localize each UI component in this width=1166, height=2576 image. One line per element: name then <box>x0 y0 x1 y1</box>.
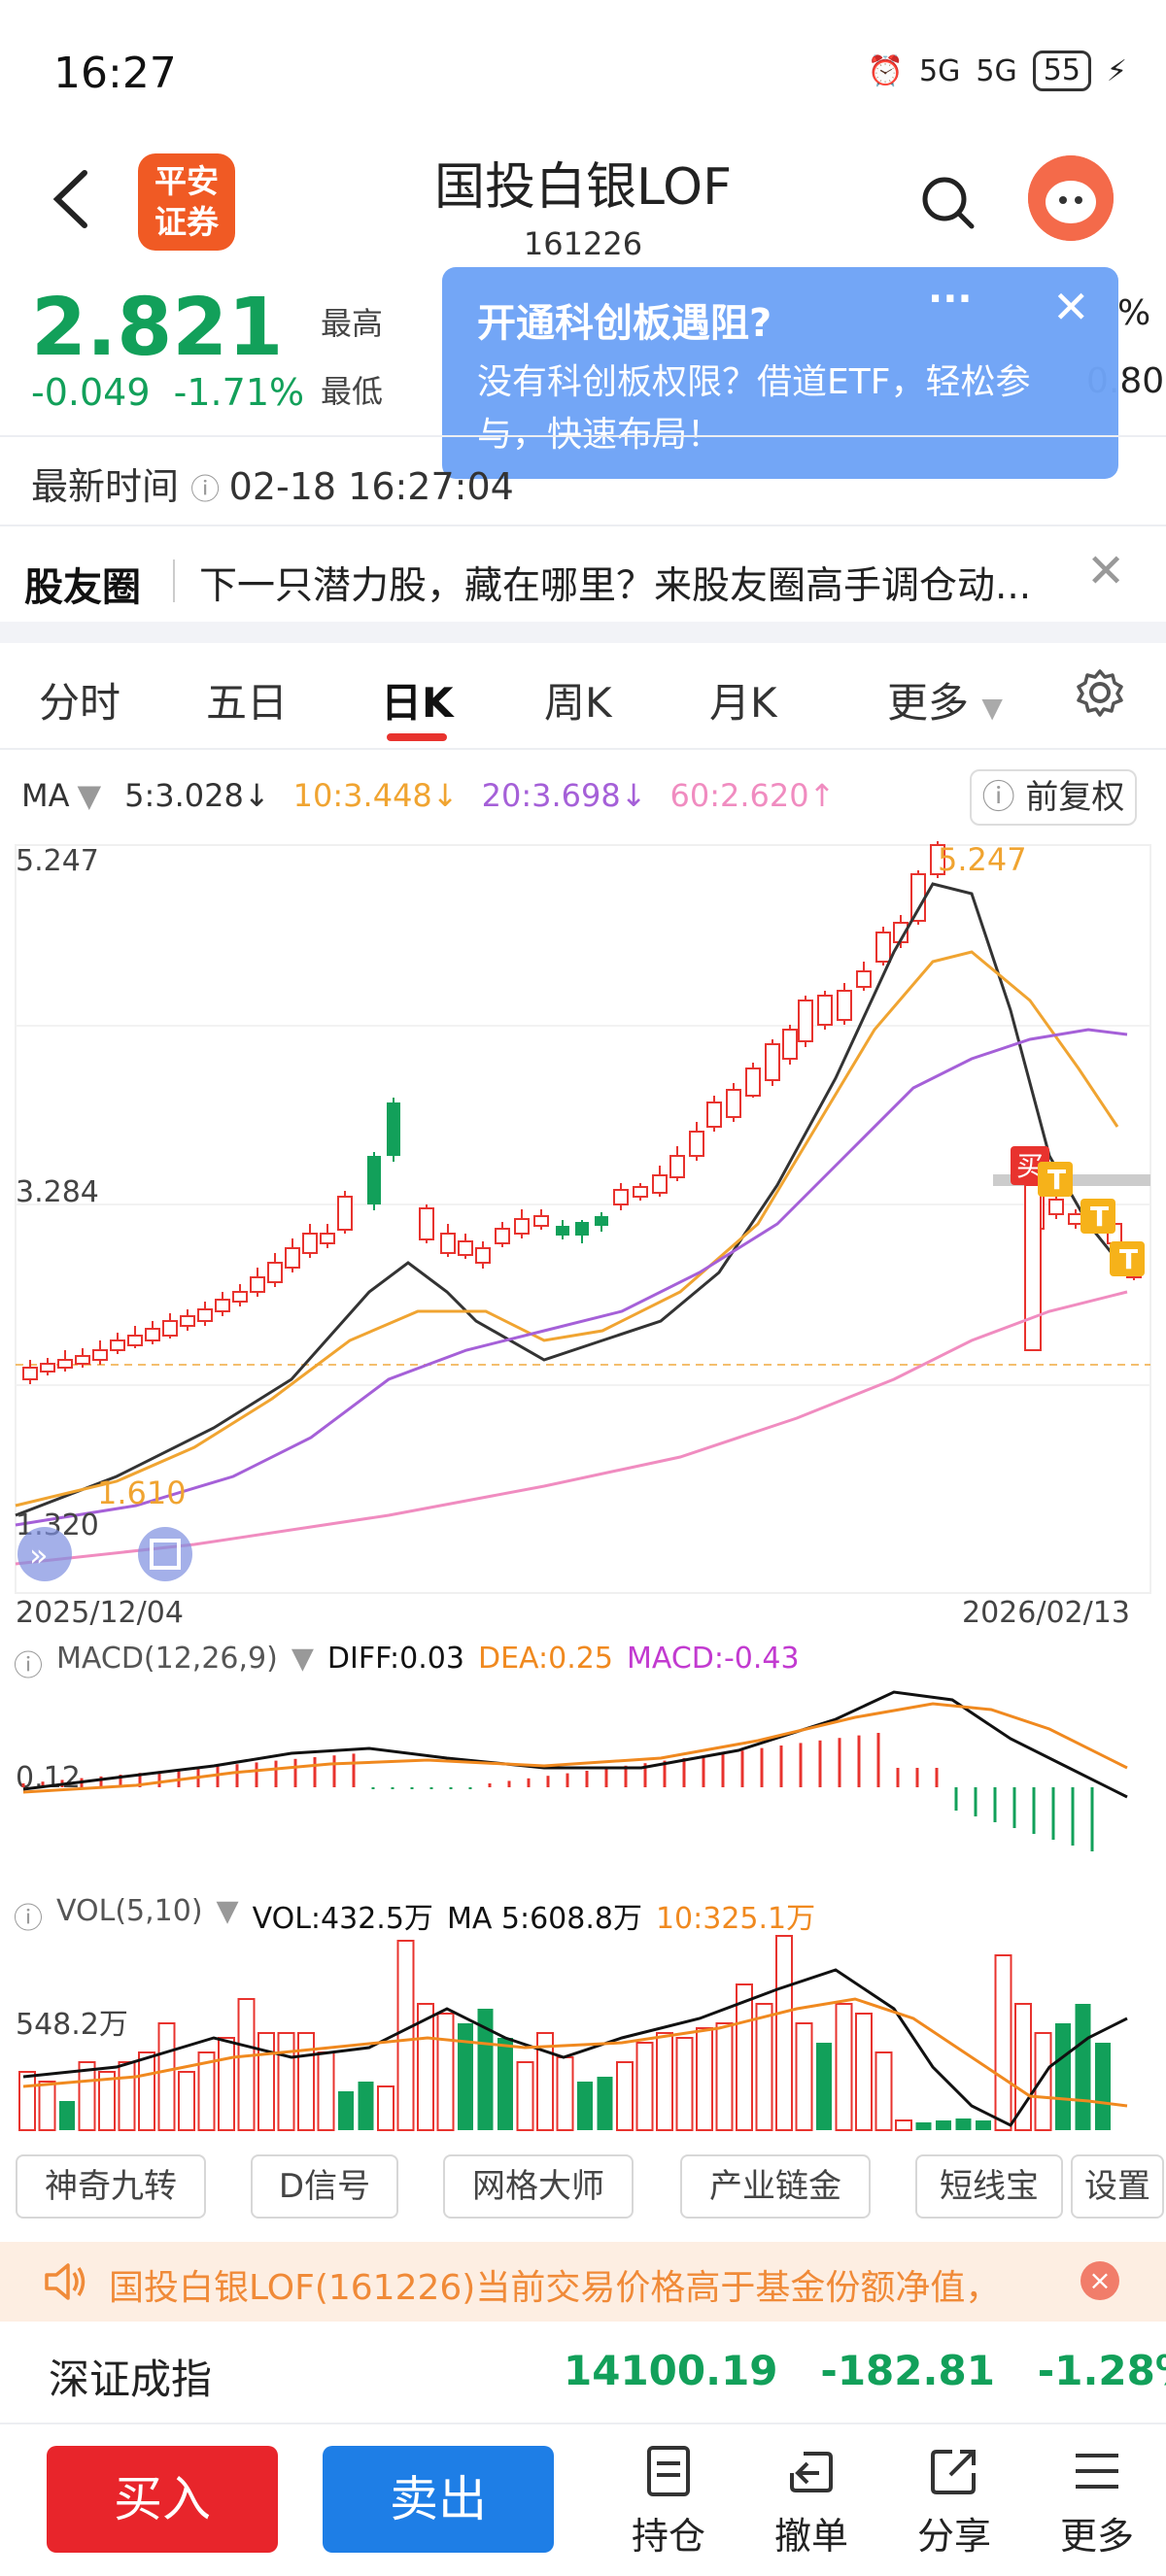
stock-code: 161226 <box>523 225 643 262</box>
high-label: 最高 <box>321 305 384 342</box>
high-marker: 5.247 <box>938 841 1027 878</box>
dropdown-icon: ▼ <box>291 1642 314 1676</box>
undo-icon <box>790 2452 833 2492</box>
speaker-icon <box>45 2263 86 2300</box>
info-icon: ⓘ <box>190 473 229 507</box>
divider <box>173 559 175 602</box>
popup-title: 开通科创板遇阻? <box>477 301 772 346</box>
tool-nine-turn[interactable]: 神奇九转 <box>16 2154 206 2219</box>
tool-settings[interactable]: 设置 <box>1071 2154 1164 2219</box>
macd-chart[interactable]: 0.12 <box>0 1680 1166 1894</box>
signal-icon: 5G <box>919 53 961 88</box>
promo-popup[interactable]: 开通科创板遇阻? 没有科创板权限？借道ETF，轻松参与，快速布局！ ··· ✕ <box>442 267 1118 479</box>
svg-text:T: T <box>1047 1164 1066 1196</box>
volume-chart[interactable]: 548.2万 <box>0 1931 1166 2135</box>
share-button[interactable]: 分享 <box>896 2444 1012 2559</box>
index-values: 14100.19 -182.81 -1.28% ▲ <box>564 2347 1166 2394</box>
tool-short-term[interactable]: 短线宝 <box>915 2154 1063 2219</box>
period-tabs: 分时 五日 日K 周K 月K 更多 ▼ <box>0 656 1166 743</box>
page-title: 国投白银LOF <box>434 158 732 217</box>
divider <box>0 2423 1166 2424</box>
index-ticker[interactable]: 深证成指 14100.19 -182.81 -1.28% ▲ <box>0 2323 1166 2421</box>
battery-icon: 55 <box>1032 51 1091 91</box>
date-start: 2025/12/04 <box>16 1596 184 1630</box>
divider <box>0 748 1166 750</box>
status-time: 16:27 <box>53 49 177 98</box>
status-bar: 16:27 ⏰ 5G 5G 55 ⚡ <box>0 0 1166 146</box>
index-name: 深证成指 <box>49 2356 213 2403</box>
close-icon[interactable]: ✕ <box>1086 544 1125 598</box>
circle-title: 股友圈 <box>24 565 141 610</box>
circle-text[interactable]: 下一只潜力股，藏在哪里？来股友圈高手调仓动... <box>199 556 1031 610</box>
close-icon[interactable]: × <box>1080 2261 1119 2300</box>
tool-d-signal[interactable]: D信号 <box>251 2154 398 2219</box>
charging-icon: ⚡ <box>1106 53 1127 88</box>
tab-weekly-k[interactable]: 周K <box>544 670 612 729</box>
spacer <box>0 622 1166 643</box>
share-icon <box>931 2450 976 2494</box>
low-marker: 1.610 <box>97 1474 187 1511</box>
y-axis-mid: 3.284 <box>16 1175 99 1209</box>
bottom-bar: 买入 卖出 持仓 撤单 分享 更多 <box>0 2426 1166 2576</box>
holdings-button[interactable]: 持仓 <box>610 2444 727 2559</box>
date-end: 2026/02/13 <box>962 1596 1130 1630</box>
tab-5day[interactable]: 五日 <box>206 670 288 729</box>
price-change: -0.049 -1.71% <box>31 371 305 414</box>
latest-time: 最新时间 ⓘ 02-18 16:27:04 <box>31 465 514 508</box>
broker-logo: 平安 证券 <box>138 153 235 251</box>
vol-axis: 548.2万 <box>16 2008 128 2042</box>
y-axis-top: 5.247 <box>16 844 99 878</box>
candles <box>22 841 1142 1384</box>
macd-legend[interactable]: ⓘ MACD(12,26,9) ▼ DIFF:0.03 DEA:0.25 MACD… <box>14 1642 800 1684</box>
alarm-icon: ⏰ <box>867 53 905 88</box>
close-icon[interactable]: ✕ <box>1052 281 1090 333</box>
more-icon[interactable]: ··· <box>928 277 973 322</box>
svg-text:»: » <box>29 1537 49 1574</box>
dropdown-icon: ▼ <box>981 692 1003 724</box>
menu-icon <box>1076 2454 1118 2489</box>
sell-button[interactable]: 卖出 <box>323 2446 554 2553</box>
tool-grid-master[interactable]: 网格大师 <box>443 2154 634 2219</box>
cancel-order-button[interactable]: 撤单 <box>753 2444 870 2559</box>
divider <box>0 435 1166 437</box>
tab-more[interactable]: 更多 ▼ <box>887 670 1003 729</box>
status-icons: ⏰ 5G 5G 55 ⚡ <box>868 51 1127 91</box>
signal-icon-2: 5G <box>976 53 1017 88</box>
ma-legend[interactable]: MA ▼ 5:3.028↓ 10:3.448↓ 20:3.698↓ 60:2.62… <box>21 777 835 814</box>
back-icon[interactable] <box>44 165 102 233</box>
low-label: 最低 <box>321 373 384 410</box>
more-button[interactable]: 更多 <box>1039 2444 1155 2559</box>
assistant-avatar[interactable] <box>1028 155 1114 241</box>
settings-icon[interactable] <box>1075 667 1125 718</box>
tool-industry-chain[interactable]: 产业链金 <box>680 2154 871 2219</box>
notice-text: 国投白银LOF(161226)当前交易价格高于基金份额净值， <box>109 2268 1001 2308</box>
document-icon <box>647 2446 690 2496</box>
turnover-partial: % <box>1117 293 1151 333</box>
search-icon[interactable] <box>918 173 977 231</box>
kline-chart[interactable]: 5.247 3.284 1.320 5.247 1.610 2025/12/04… <box>0 835 1166 1632</box>
dropdown-icon: ▼ <box>77 777 102 814</box>
ma-lines <box>15 882 1129 1566</box>
svg-text:T: T <box>1090 1201 1109 1233</box>
tab-intraday[interactable]: 分时 <box>39 670 120 729</box>
buy-button[interactable]: 买入 <box>47 2446 278 2553</box>
active-tab-indicator <box>387 733 447 741</box>
popup-body: 没有科创板权限？借道ETF，轻松参与，快速布局！ <box>477 362 1031 455</box>
notice-bar[interactable]: 国投白银LOF(161226)当前交易价格高于基金份额净值， × <box>0 2242 1166 2322</box>
tab-daily-k[interactable]: 日K <box>381 670 454 729</box>
fullscreen-icon <box>138 1527 192 1581</box>
svg-text:T: T <box>1119 1243 1138 1275</box>
adjust-button[interactable]: ⓘ 前复权 <box>970 769 1137 826</box>
current-price: 2.821 <box>31 282 284 374</box>
tab-monthly-k[interactable]: 月K <box>709 670 777 729</box>
